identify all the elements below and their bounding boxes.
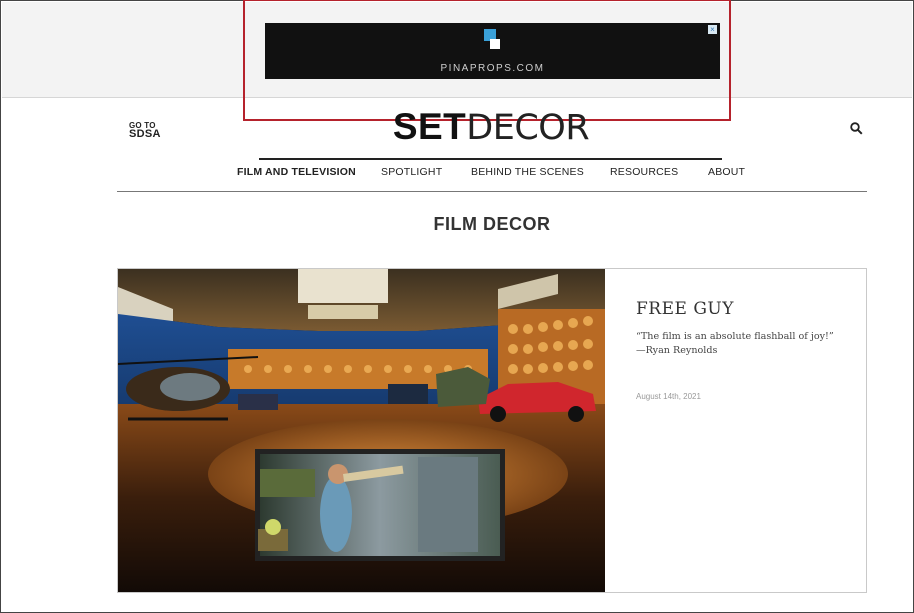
page-frame: PINAPROPS.COM × GO TO SDSA SETDECOR FILM… bbox=[0, 0, 914, 613]
ad-text: PINAPROPS.COM bbox=[440, 63, 545, 74]
feature-quote-attribution: —Ryan Reynolds bbox=[636, 345, 718, 356]
feature-date: August 14th, 2021 bbox=[636, 392, 701, 401]
brand-light: DECOR bbox=[466, 108, 590, 148]
nav-item-behind-the-scenes[interactable]: BEHIND THE SCENES bbox=[471, 166, 584, 178]
feature-quote: “The film is an absolute flashball of jo… bbox=[636, 330, 856, 358]
nav-item-film-and-television[interactable]: FILM AND TELEVISION bbox=[237, 166, 356, 178]
main-nav: FILM AND TELEVISION SPOTLIGHT BEHIND THE… bbox=[117, 166, 867, 186]
feature-title[interactable]: FREE GUY bbox=[636, 299, 856, 319]
close-icon[interactable]: × bbox=[708, 25, 717, 34]
feature-card[interactable]: FREE GUY “The film is an absolute flashb… bbox=[117, 268, 867, 593]
nav-bottom-rule bbox=[117, 191, 867, 192]
site-logo[interactable]: SETDECOR bbox=[301, 105, 681, 150]
nav-item-about[interactable]: ABOUT bbox=[708, 166, 745, 178]
feature-image[interactable] bbox=[118, 269, 605, 592]
ad-band: PINAPROPS.COM × bbox=[2, 2, 912, 98]
brand-strong: SET bbox=[392, 106, 467, 147]
feature-text: FREE GUY “The film is an absolute flashb… bbox=[636, 299, 856, 401]
section-title: FILM DECOR bbox=[433, 214, 551, 234]
nav-item-spotlight[interactable]: SPOTLIGHT bbox=[381, 166, 442, 178]
nav-item-resources[interactable]: RESOURCES bbox=[610, 166, 678, 178]
feature-quote-line: “The film is an absolute flashball of jo… bbox=[636, 331, 834, 342]
nav-top-rule bbox=[259, 158, 722, 160]
pinaprops-logo-icon bbox=[484, 29, 500, 57]
search-icon[interactable] bbox=[850, 122, 863, 135]
ad-banner[interactable]: PINAPROPS.COM × bbox=[265, 23, 720, 79]
go-to-sdsa-link[interactable]: GO TO SDSA bbox=[129, 121, 171, 140]
sdsa-label: SDSA bbox=[129, 128, 161, 140]
